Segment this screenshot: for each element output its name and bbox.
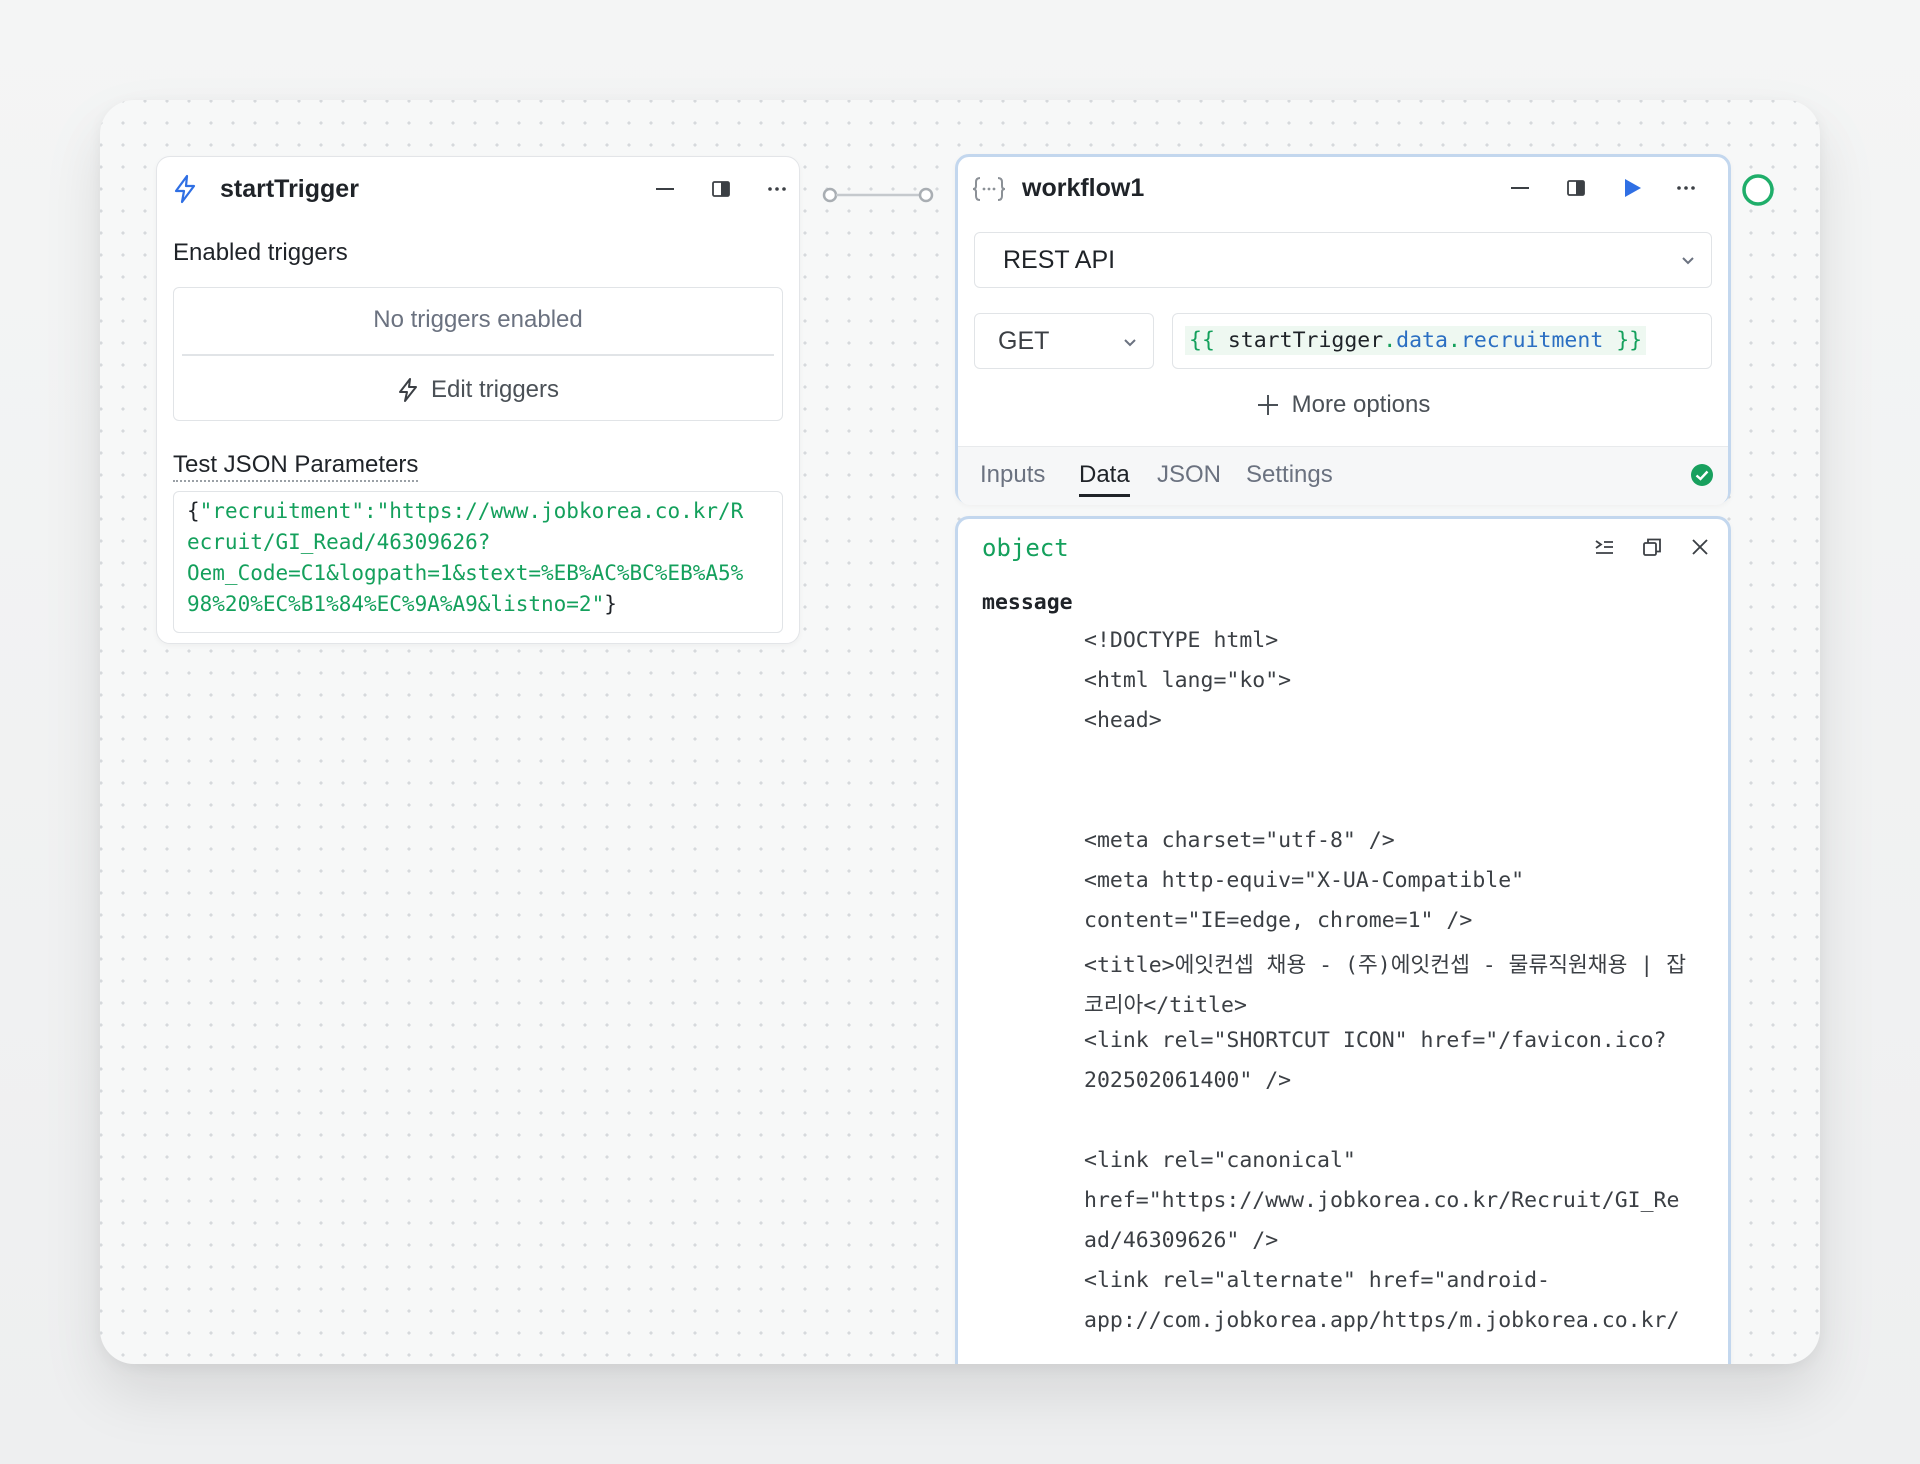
minimize-icon[interactable] <box>1506 174 1534 202</box>
tab-json[interactable]: JSON <box>1157 461 1221 489</box>
no-triggers-text: No triggers enabled <box>373 306 583 333</box>
start-trigger-card[interactable]: startTrigger Enabled triggers No trigger… <box>156 156 800 644</box>
start-trigger-header[interactable]: startTrigger <box>157 157 799 221</box>
url-expression: {{ startTrigger.data.recruitment }} <box>1185 326 1647 355</box>
code-line: <!DOCTYPE html> <box>1084 628 1279 653</box>
triggers-box: No triggers enabled Edit triggers <box>173 287 783 421</box>
method-value: GET <box>998 327 1050 355</box>
workflow-canvas[interactable]: startTrigger Enabled triggers No trigger… <box>100 100 1820 1364</box>
result-panel[interactable]: object message <!DOCTYPE html> <html lan… <box>955 516 1731 1364</box>
code-line: 202502061400" /> <box>1084 1068 1292 1093</box>
output-port-icon[interactable] <box>1740 172 1776 208</box>
method-select[interactable]: GET <box>974 313 1154 369</box>
code-line: <head> <box>1084 708 1162 733</box>
code-line: href="https://www.jobkorea.co.kr/Recruit… <box>1084 1188 1680 1213</box>
test-json-editor[interactable]: {"recruitment":"https://www.jobkorea.co.… <box>173 491 783 633</box>
lightning-icon <box>171 174 199 204</box>
node-connector <box>822 187 934 203</box>
minimize-icon[interactable] <box>651 175 679 203</box>
json-line: Oem_Code=C1&logpath=1&stext=%EB%AC%BC%EB… <box>187 561 744 585</box>
code-line: <link rel="canonical" <box>1084 1148 1356 1173</box>
enabled-triggers-label: Enabled triggers <box>173 239 348 266</box>
json-line: {"recruitment":"https://www.jobkorea.co.… <box>187 499 744 523</box>
json-line: ecruit/GI_Read/46309626? <box>187 530 491 554</box>
resource-type-value: REST API <box>1003 246 1116 274</box>
triggers-divider <box>182 354 774 356</box>
run-play-icon[interactable] <box>1618 174 1646 202</box>
more-options-label: More options <box>1291 391 1431 418</box>
edit-triggers-label: Edit triggers <box>430 376 560 403</box>
code-braces-icon <box>972 175 1006 203</box>
result-message-value: <!DOCTYPE html> <html lang="ko"> <head> … <box>958 519 1728 1364</box>
code-line: <title>에잇컨셉 채용 - (주)에잇컨셉 - 물류직원채용 | 잡 <box>1084 953 1686 978</box>
start-trigger-title: startTrigger <box>220 175 359 203</box>
more-icon[interactable] <box>763 175 791 203</box>
code-line: 코리아</title> <box>1084 993 1247 1018</box>
workflow-card[interactable]: workflow1 REST API GET {{startTrigger.d… <box>955 154 1731 505</box>
workflow-header[interactable]: workflow1 <box>958 157 1728 221</box>
code-line: app://com.jobkorea.app/https/m.jobkorea.… <box>1084 1308 1680 1333</box>
url-input[interactable]: {{ startTrigger.data.recruitment }} <box>1172 313 1712 369</box>
code-line: <meta charset="utf-8" /> <box>1084 828 1395 853</box>
side-panel-icon[interactable] <box>1562 174 1590 202</box>
json-brace: } <box>604 592 617 616</box>
plus-icon <box>1256 393 1280 417</box>
tab-data[interactable]: Data <box>1079 461 1130 497</box>
more-options-button[interactable]: More options <box>958 383 1728 427</box>
workflow-title: workflow1 <box>1022 174 1145 202</box>
lightning-icon <box>397 377 419 403</box>
test-json-label: Test JSON Parameters <box>173 451 419 482</box>
code-line: <meta http-equiv="X-UA-Compatible" <box>1084 868 1525 893</box>
edit-triggers-button[interactable]: Edit triggers <box>174 368 782 412</box>
json-line: 98%20%EC%B1%84%EC%9A%A9&listno=2"} <box>187 592 617 616</box>
side-panel-icon[interactable] <box>707 175 735 203</box>
chevron-down-icon <box>1679 251 1697 274</box>
tab-settings[interactable]: Settings <box>1246 461 1333 489</box>
code-line: content="IE=edge, chrome=1" /> <box>1084 908 1473 933</box>
code-line: <link rel="SHORTCUT ICON" href="/favicon… <box>1084 1028 1667 1053</box>
tab-inputs[interactable]: Inputs <box>980 461 1045 489</box>
resource-type-select[interactable]: REST API <box>974 232 1712 288</box>
success-check-icon <box>1690 463 1714 492</box>
tabs-bar: Inputs Data JSON Settings <box>958 446 1728 505</box>
code-line: <link rel="alternate" href="android- <box>1084 1268 1550 1293</box>
chevron-down-icon <box>1121 333 1139 356</box>
code-line: ad/46309626" /> <box>1084 1228 1279 1253</box>
code-line: <html lang="ko"> <box>1084 668 1292 693</box>
more-icon[interactable] <box>1672 174 1700 202</box>
